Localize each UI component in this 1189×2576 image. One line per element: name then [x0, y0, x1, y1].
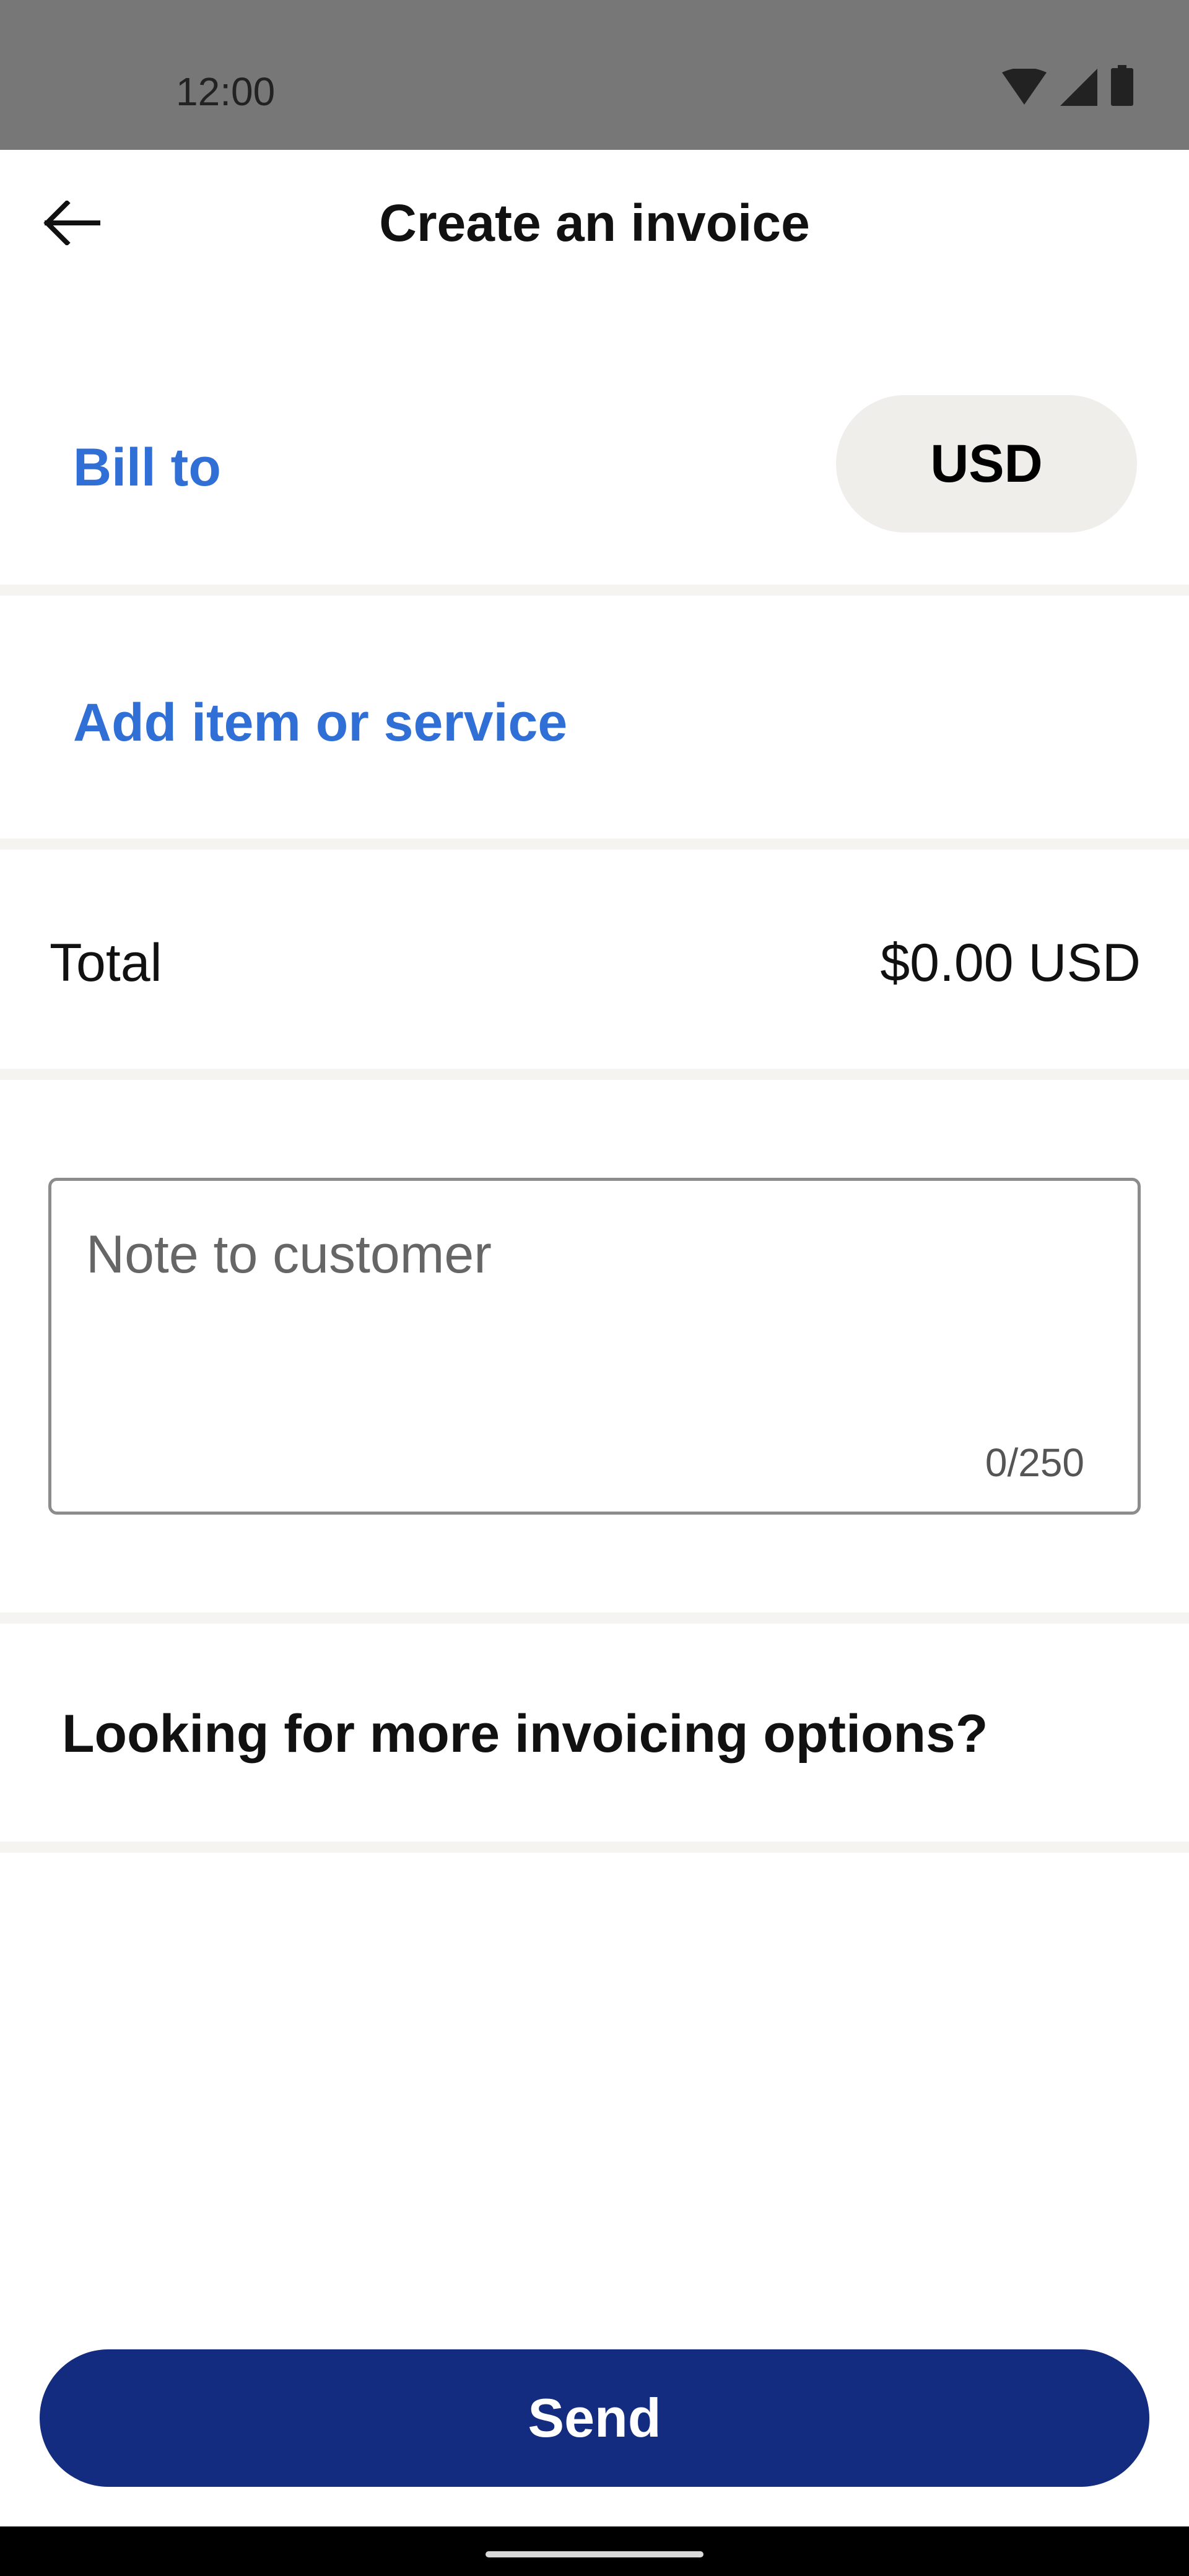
currency-selector[interactable]: USD [836, 395, 1137, 533]
page-title: Create an invoice [379, 193, 810, 252]
send-button[interactable]: Send [40, 2349, 1149, 2487]
total-label: Total [50, 933, 162, 993]
total-value: $0.00 USD [880, 933, 1141, 993]
invoice-screen: 12:00 Create an invoice Bill to USD Add … [0, 0, 1189, 2576]
section-divider [0, 1842, 1189, 1853]
status-bar: 12:00 [0, 0, 1189, 150]
app-header: Create an invoice [0, 150, 1189, 296]
signal-icon [1060, 69, 1097, 109]
status-time: 12:00 [176, 69, 276, 114]
note-character-counter: 0/250 [985, 1440, 1084, 1485]
system-navigation-bar [0, 2526, 1189, 2576]
wifi-icon [1002, 67, 1047, 109]
home-indicator[interactable] [486, 2551, 703, 2557]
bill-to-link[interactable]: Bill to [73, 433, 221, 502]
note-field[interactable]: 0/250 [48, 1178, 1141, 1515]
section-divider [0, 1612, 1189, 1624]
note-input[interactable] [86, 1224, 1077, 1410]
arrow-left-icon [42, 199, 102, 248]
battery-icon [1111, 65, 1133, 109]
section-divider [0, 585, 1189, 596]
section-divider [0, 1069, 1189, 1080]
section-divider [0, 838, 1189, 850]
back-button[interactable] [35, 187, 109, 261]
status-icons [1002, 65, 1133, 109]
add-item-link[interactable]: Add item or service [73, 689, 567, 757]
more-invoicing-options-link[interactable]: Looking for more invoicing options? [62, 1697, 988, 1771]
